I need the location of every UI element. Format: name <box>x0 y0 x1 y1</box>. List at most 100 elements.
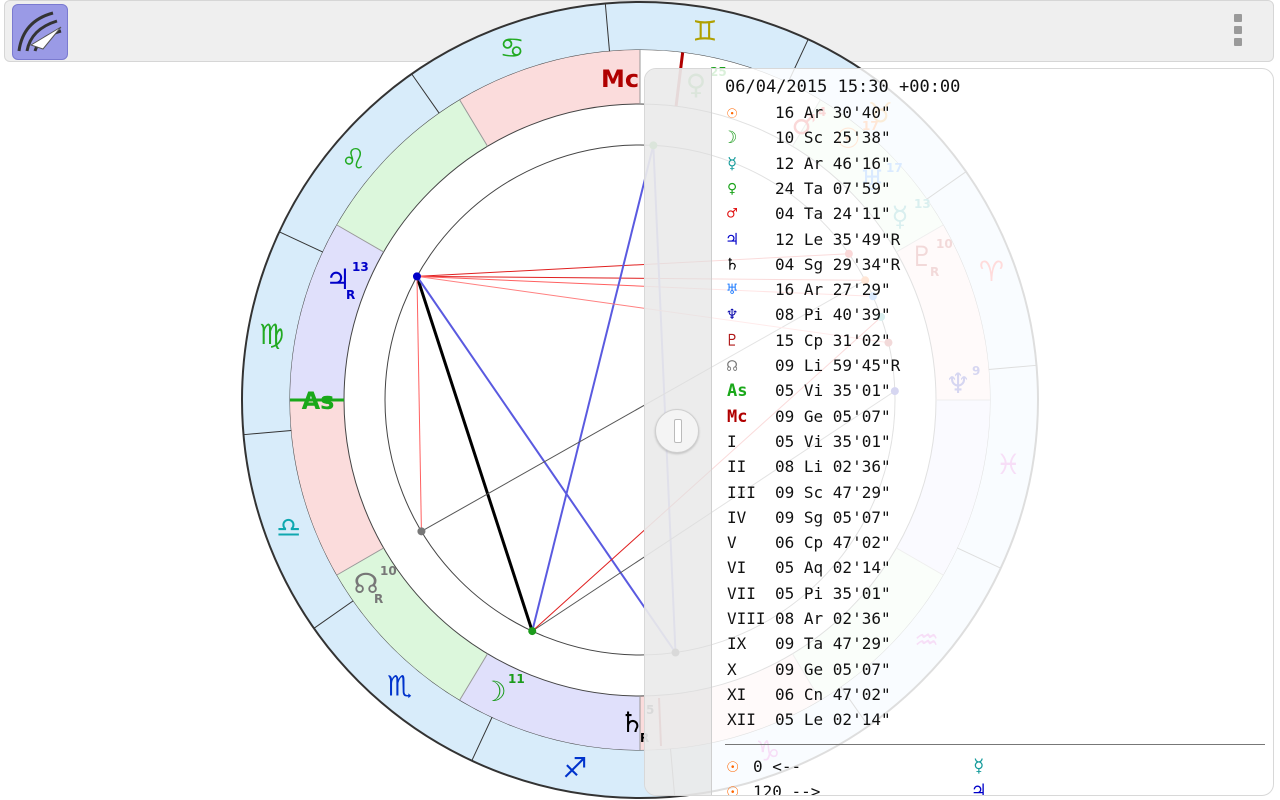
position-value: 05 Le 02'14" <box>775 710 891 730</box>
position-symbol: Mc <box>727 406 748 427</box>
retrograde-marker: R <box>374 592 383 606</box>
positions-panel: 06/04/2015 15:30 +00:00 ☉ 16 Ar 30'40" ☽ 10… <box>644 68 1274 796</box>
position-row: VI 05 Aq 02'14" <box>727 558 891 583</box>
position-row: ☉ 16 Ar 30'40" <box>727 103 891 128</box>
position-value: 08 Ar 02'36" <box>775 609 891 628</box>
sign-cancer-icon: ♋ <box>500 32 525 65</box>
planet-moon-icon[interactable]: ☽ <box>481 675 506 708</box>
position-row: X 09 Ge 05'07" <box>727 660 891 685</box>
position-row: ♂ 04 Ta 24'11" <box>727 204 891 229</box>
aspect-symbol: ☉ <box>727 755 739 777</box>
planet-point <box>412 272 421 281</box>
chart-datetime: 06/04/2015 15:30 +00:00 <box>725 77 961 97</box>
sign-virgo-icon: ♍ <box>259 318 284 351</box>
planet-degree: 13 <box>352 260 369 274</box>
position-row: XI 06 Cn 47'02" <box>727 685 891 710</box>
position-row: ♃ 12 Le 35'49"R <box>727 230 900 255</box>
aspects-divider <box>725 744 1265 745</box>
position-row: III 09 Sc 47'29" <box>727 483 891 508</box>
position-value: 09 Ta 47'29" <box>775 634 891 654</box>
position-value: 06 Cn 47'02" <box>775 684 891 704</box>
position-row: ♅ 16 Ar 27'29" <box>727 280 891 305</box>
ascendant-label: As <box>302 387 335 415</box>
position-value: 12 Ar 46'16" <box>775 153 891 173</box>
position-symbol: XII <box>727 710 756 730</box>
position-symbol: ♃ <box>727 229 738 250</box>
aspect-text: 120 --> <box>753 782 821 796</box>
aspect-symbol: ☉ <box>727 780 739 796</box>
position-value: 09 Sc 47'29" <box>775 482 891 502</box>
position-value: 12 Le 35'49"R <box>775 229 901 249</box>
position-row: I 05 Vi 35'01" <box>727 432 891 457</box>
planet-point <box>417 527 426 536</box>
position-symbol: ☽ <box>727 128 738 149</box>
position-row: As 05 Vi 35'01" <box>727 381 891 406</box>
aspect-target-symbol: ☿ <box>973 755 985 777</box>
position-symbol: IV <box>727 507 747 527</box>
position-row: VIII 08 Ar 02'36" <box>727 609 891 634</box>
position-row: XII 05 Le 02'14" <box>727 710 891 735</box>
position-symbol: XI <box>727 684 747 704</box>
position-symbol: ♆ <box>727 305 738 326</box>
drawer-strip <box>645 69 712 795</box>
sign-sagittarius-icon: ♐ <box>563 751 588 784</box>
retrograde-marker: R <box>346 288 355 302</box>
position-symbol: ☊ <box>727 356 738 376</box>
aspect-row: ☉ 120 --> ♃ <box>727 780 984 796</box>
position-row: ♄ 04 Sg 29'34"R <box>727 255 900 280</box>
position-row: ♇ 15 Cp 31'02" <box>727 331 891 356</box>
position-row: ♆ 08 Pi 40'39" <box>727 305 891 330</box>
position-value: 16 Ar 27'29" <box>775 280 891 300</box>
position-row: ☿ 12 Ar 46'16" <box>727 154 891 179</box>
position-symbol: ♅ <box>727 280 738 301</box>
position-value: 05 Vi 35'01" <box>775 381 891 401</box>
position-symbol: VIII <box>727 609 766 628</box>
position-value: 06 Cp 47'02" <box>775 533 891 553</box>
position-value: 08 Li 02'36" <box>775 457 891 477</box>
position-symbol: IX <box>727 634 747 654</box>
position-symbol: III <box>727 482 756 502</box>
position-row: ☊ 09 Li 59'45"R <box>727 356 900 381</box>
midheaven-label: Mc <box>601 65 639 93</box>
planet-point <box>528 627 537 636</box>
position-row: IV 09 Sg 05'07" <box>727 508 891 533</box>
position-row: Mc 09 Ge 05'07" <box>727 407 891 432</box>
position-value: 04 Sg 29'34"R <box>775 254 901 274</box>
position-value: 24 Ta 07'59" <box>775 178 891 198</box>
position-value: 05 Pi 35'01" <box>775 583 891 603</box>
planet-degree: 10 <box>380 564 397 578</box>
sign-leo-icon: ♌ <box>341 143 366 176</box>
sign-libra-icon: ♎ <box>276 511 301 544</box>
position-value: 10 Sc 25'38" <box>775 128 891 148</box>
position-row: IX 09 Ta 47'29" <box>727 634 891 659</box>
position-value: 15 Cp 31'02" <box>775 330 891 350</box>
position-value: 09 Ge 05'07" <box>775 659 891 679</box>
position-value: 05 Vi 35'01" <box>775 431 891 451</box>
position-row: ☽ 10 Sc 25'38" <box>727 128 891 153</box>
position-symbol: ♄ <box>727 254 738 275</box>
position-symbol: VII <box>727 583 756 603</box>
position-symbol: VI <box>727 558 747 578</box>
drawer-handle[interactable] <box>655 409 699 453</box>
position-symbol: I <box>727 431 737 451</box>
sign-gemini-icon: ♊ <box>692 15 717 48</box>
position-value: 09 Sg 05'07" <box>775 507 891 527</box>
position-symbol: ☉ <box>727 103 738 123</box>
sign-scorpio-icon: ♏ <box>387 670 412 703</box>
position-value: 05 Aq 02'14" <box>775 558 891 578</box>
position-value: 08 Pi 40'39" <box>775 305 891 325</box>
position-symbol: ♇ <box>727 330 738 351</box>
position-symbol: ♂ <box>727 204 738 225</box>
position-symbol: II <box>727 457 747 477</box>
position-symbol: V <box>727 533 737 553</box>
position-row: ♀ 24 Ta 07'59" <box>727 179 891 204</box>
planet-degree: 11 <box>508 672 525 686</box>
position-value: 09 Ge 05'07" <box>775 406 891 426</box>
aspect-text: 0 <-- <box>753 757 802 776</box>
position-row: V 06 Cp 47'02" <box>727 533 891 558</box>
aspect-row: ☉ 0 <-- ☿ <box>727 755 984 777</box>
position-symbol: ♀ <box>727 178 738 199</box>
position-value: 04 Ta 24'11" <box>775 204 891 224</box>
position-symbol: X <box>727 659 737 679</box>
position-symbol: As <box>727 381 748 402</box>
